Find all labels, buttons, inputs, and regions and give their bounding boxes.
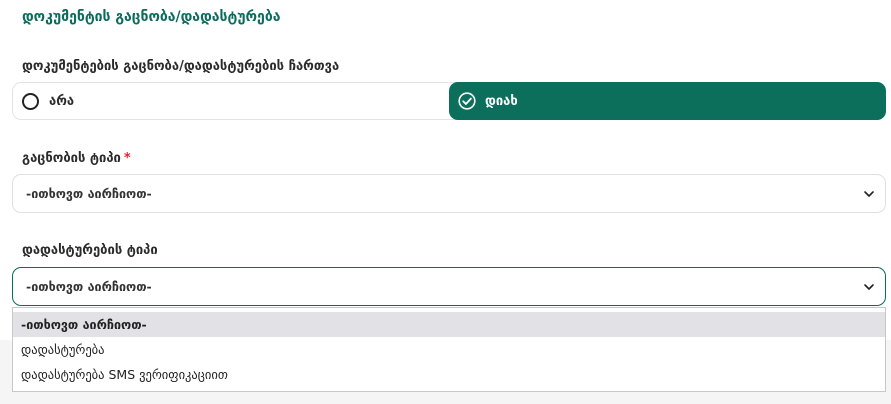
confirmation-type-label: დადასტურების ტიპი (22, 243, 158, 258)
confirmation-type-dropdown: -ითხოვთ აირჩიოთ- დადასტურება დადასტურება… (12, 307, 886, 392)
familiarization-type-value: -ითხოვთ აირჩიოთ- (26, 186, 152, 201)
familiarization-type-label-text: გაცნობის ტიპი (22, 151, 121, 166)
confirmation-type-select[interactable]: -ითხოვთ აირჩიოთ- (12, 267, 886, 306)
toggle-option-no[interactable]: არა (13, 83, 450, 119)
chevron-down-icon (863, 188, 875, 200)
confirmation-type-value: -ითხოვთ აირჩიოთ- (26, 279, 152, 294)
enable-toggle: არა დიახ (12, 82, 886, 120)
radio-unchecked-icon (22, 92, 39, 110)
dropdown-option[interactable]: -ითხოვთ აირჩიოთ- (13, 312, 885, 337)
familiarization-type-select[interactable]: -ითხოვთ აირჩიოთ- (12, 174, 886, 213)
chevron-down-icon (863, 281, 875, 293)
toggle-option-yes-label: დიახ (485, 93, 518, 109)
toggle-option-yes[interactable]: დიახ (449, 82, 886, 120)
required-mark: * (123, 151, 131, 166)
dropdown-option[interactable]: დადასტურება (13, 337, 885, 362)
check-circle-icon (458, 92, 476, 110)
familiarization-type-label: გაცნობის ტიპი * (22, 151, 131, 166)
toggle-label: დოკუმენტების გაცნობა/დადასტურების ჩართვა (22, 59, 340, 74)
section-title: დოკუმენტის გაცნობა/დადასტურება (22, 9, 281, 25)
toggle-option-no-label: არა (49, 93, 75, 109)
dropdown-option[interactable]: დადასტურება SMS ვერიფიკაციით (13, 362, 885, 387)
